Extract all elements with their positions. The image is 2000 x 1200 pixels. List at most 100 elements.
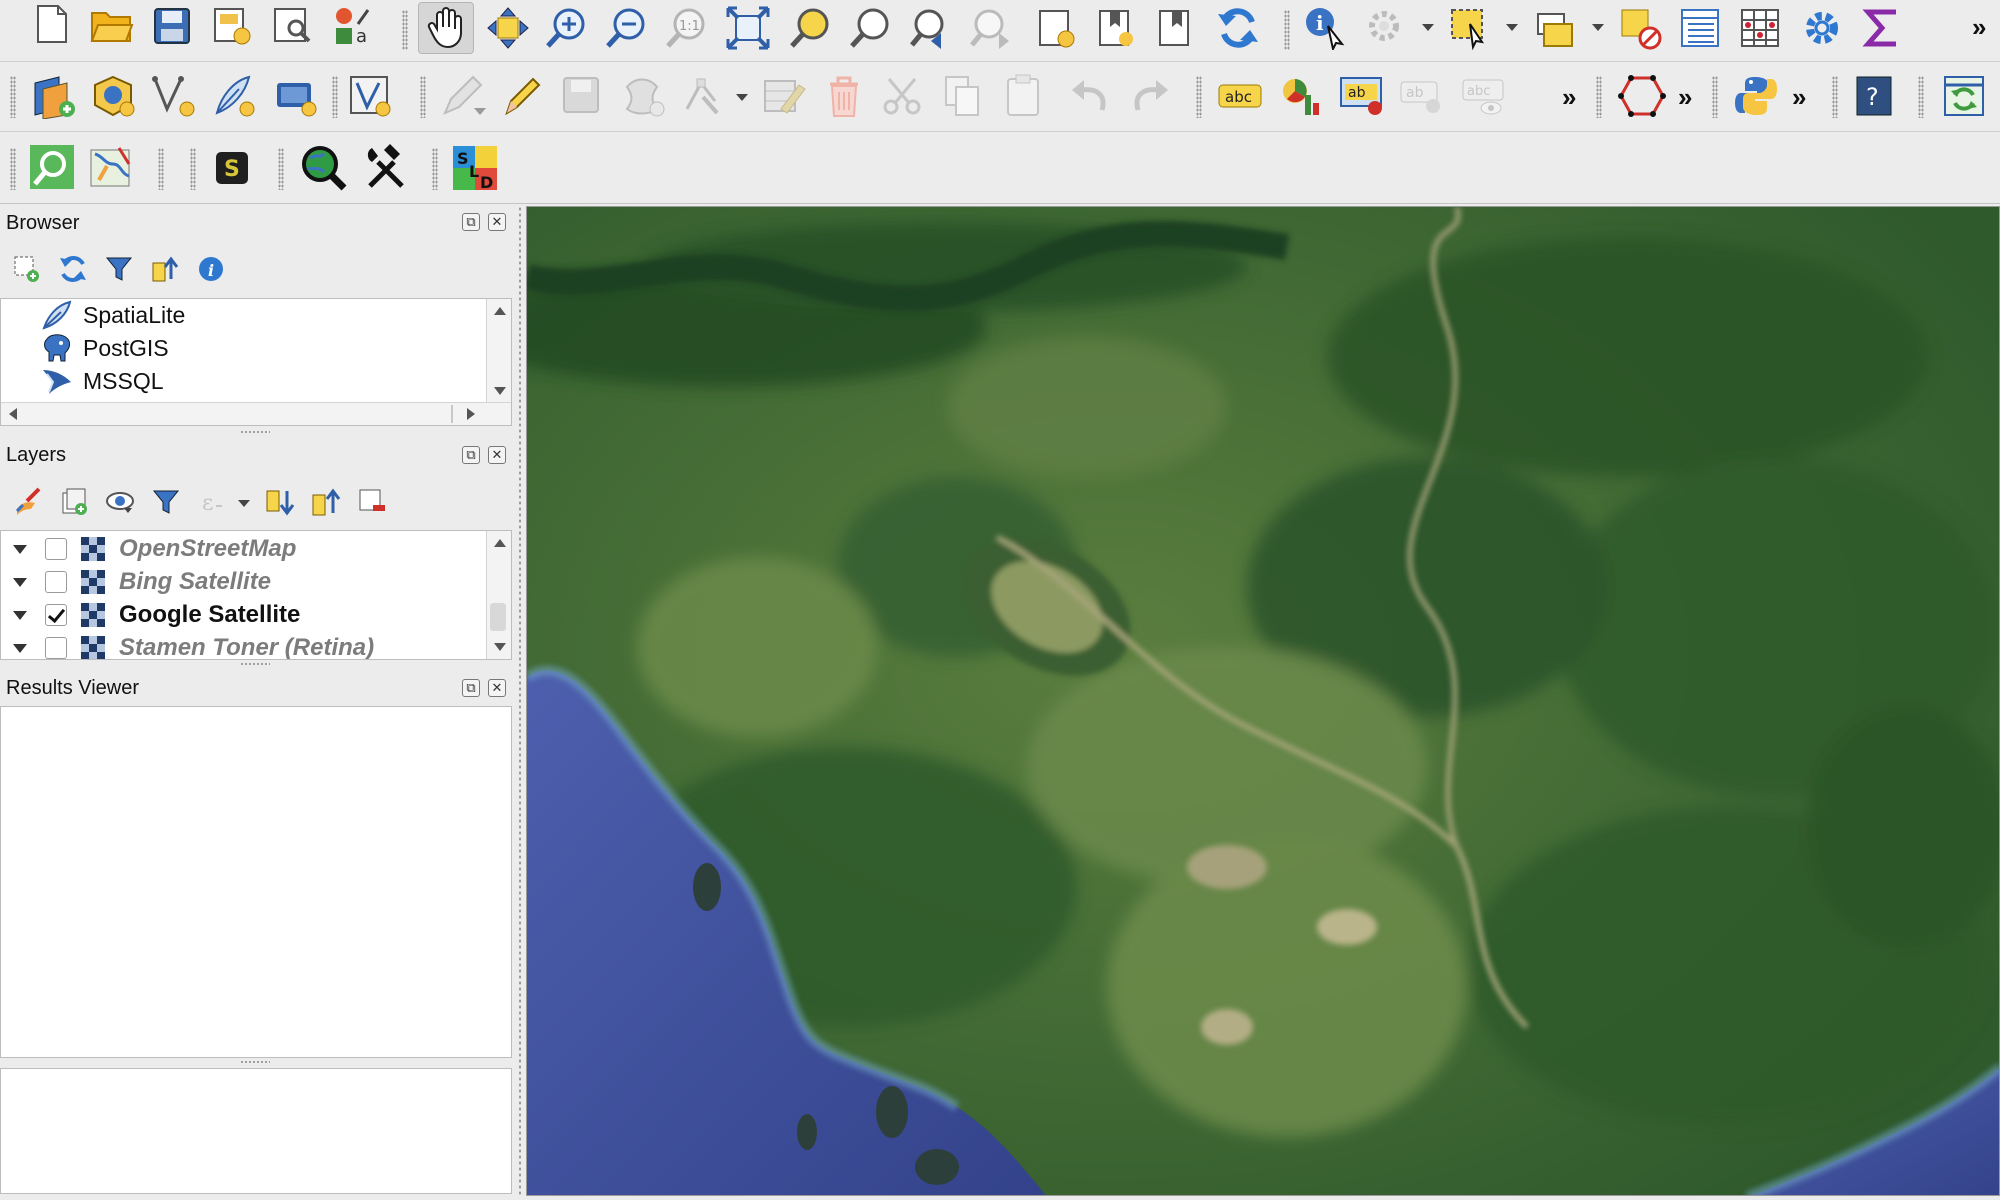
redo-icon[interactable] [1124, 70, 1176, 122]
style-manager-icon[interactable]: a [330, 4, 374, 48]
add-vector-layer-icon[interactable] [148, 70, 200, 122]
zoom-out-icon[interactable] [602, 4, 650, 52]
pan-map-icon[interactable] [418, 2, 474, 54]
info-icon[interactable]: i [194, 252, 228, 286]
results-viewer-list[interactable] [0, 706, 512, 1058]
hammer-wrench-icon[interactable] [360, 142, 412, 194]
zoom-to-selection-icon[interactable] [786, 4, 834, 52]
browser-item-spatialite[interactable]: SpatiaLite [41, 299, 185, 331]
toolbar-handle[interactable] [190, 148, 196, 190]
show-hide-labels-icon[interactable]: abc [1458, 70, 1510, 122]
panel-splitter[interactable] [240, 1060, 270, 1064]
results-detail-area[interactable] [0, 1068, 512, 1194]
open-attribute-table-icon[interactable] [1528, 2, 1580, 54]
panel-float-button[interactable]: ⧉ [462, 446, 480, 464]
toolbar-handle[interactable] [432, 148, 438, 190]
save-project-icon[interactable] [150, 4, 194, 48]
dropdown-arrow-icon[interactable] [736, 94, 748, 101]
add-virtual-layer-icon[interactable] [344, 70, 396, 122]
browser-vertical-scrollbar[interactable] [486, 299, 511, 403]
undo-icon[interactable] [1064, 70, 1116, 122]
plugin-refresh-icon[interactable] [1938, 70, 1990, 122]
toolbar-overflow-chevron[interactable]: » [1678, 84, 1692, 110]
pan-to-selection-icon[interactable] [484, 4, 532, 52]
panel-close-button[interactable]: ✕ [488, 446, 506, 464]
dock-splitter[interactable] [518, 206, 522, 1196]
new-bookmark-icon[interactable] [1032, 4, 1080, 52]
modify-attributes-icon[interactable] [758, 70, 810, 122]
manage-map-themes-icon[interactable] [102, 484, 138, 520]
layers-vertical-scrollbar[interactable] [486, 531, 511, 659]
zoom-full-icon[interactable] [724, 4, 772, 52]
toolbar-handle[interactable] [332, 76, 338, 118]
layer-visibility-checkbox[interactable] [45, 604, 67, 626]
browser-item-postgis[interactable]: PostGIS [41, 332, 169, 364]
toolbar-handle[interactable] [1918, 76, 1924, 118]
zoom-next-icon[interactable] [966, 4, 1014, 52]
toolbar-handle[interactable] [278, 148, 284, 190]
locator-search-icon[interactable] [28, 142, 76, 192]
panel-close-button[interactable]: ✕ [488, 679, 506, 697]
open-project-icon[interactable] [88, 4, 136, 48]
toolbar-overflow-chevron[interactable]: » [1562, 84, 1576, 110]
sum-icon[interactable] [1856, 2, 1908, 54]
run-feature-action-icon[interactable] [1360, 2, 1412, 54]
toolbar-overflow-chevron[interactable]: » [1792, 84, 1806, 110]
dropdown-arrow-icon[interactable] [124, 508, 132, 513]
add-group-icon[interactable] [56, 484, 92, 520]
expand-arrow-icon[interactable] [13, 643, 27, 653]
layer-visibility-checkbox[interactable] [45, 538, 67, 560]
layer-visibility-checkbox[interactable] [45, 571, 67, 593]
paste-features-icon[interactable] [998, 70, 1050, 122]
zoom-in-icon[interactable] [542, 4, 590, 52]
toolbar-handle[interactable] [1832, 76, 1838, 118]
vertex-tool-icon[interactable] [678, 70, 730, 122]
panel-float-button[interactable]: ⧉ [462, 679, 480, 697]
python-console-icon[interactable] [1730, 70, 1782, 122]
new-print-layout-icon[interactable] [210, 4, 254, 48]
deselect-all-icon[interactable] [1614, 2, 1666, 54]
toolbar-handle[interactable] [1284, 10, 1290, 50]
identify-features-icon[interactable]: i [1300, 2, 1352, 54]
collapse-all-icon[interactable] [148, 252, 182, 286]
open-layer-styling-icon[interactable] [10, 484, 46, 520]
layer-row-openstreetmap[interactable]: OpenStreetMap [1, 533, 486, 565]
remove-layer-icon[interactable] [354, 484, 390, 520]
statistical-summary-icon[interactable] [1674, 2, 1726, 54]
zoom-last-icon[interactable] [906, 4, 954, 52]
select-features-icon[interactable] [1444, 2, 1496, 54]
dropdown-arrow-icon[interactable] [1506, 24, 1518, 31]
toolbar-handle[interactable] [1196, 76, 1202, 118]
new-geopackage-layer-icon[interactable] [88, 70, 140, 122]
semi-automatic-classification-icon[interactable]: S [212, 146, 252, 190]
expand-arrow-icon[interactable] [13, 544, 27, 554]
browser-horizontal-scrollbar[interactable] [1, 402, 511, 425]
highlight-pinned-labels-icon[interactable]: ab [1336, 70, 1388, 122]
collapse-all-layers-icon[interactable] [308, 484, 344, 520]
refresh-browser-icon[interactable] [56, 252, 90, 286]
save-edits-icon[interactable] [556, 70, 608, 122]
label-icon[interactable]: abc [1214, 70, 1266, 122]
data-source-manager-icon[interactable] [28, 70, 80, 122]
refresh-icon[interactable] [1212, 2, 1264, 54]
add-raster-layer-icon[interactable] [270, 70, 322, 122]
browser-item-mssql[interactable]: MSSQL [41, 365, 164, 397]
toolbar-handle[interactable] [1596, 76, 1602, 118]
toolbar-handle[interactable] [402, 10, 408, 50]
toolbar-handle[interactable] [1712, 76, 1718, 118]
toolbar-overflow-chevron[interactable]: » [1972, 14, 1986, 40]
filter-by-expression-icon[interactable]: ε [194, 484, 230, 520]
dropdown-arrow-icon[interactable] [1592, 24, 1604, 31]
cut-features-icon[interactable] [878, 70, 930, 122]
dropdown-arrow-icon[interactable] [238, 500, 250, 507]
toolbar-handle[interactable] [10, 148, 16, 190]
toolbar-handle[interactable] [158, 148, 164, 190]
copy-features-icon[interactable] [938, 70, 990, 122]
dropdown-arrow-icon[interactable] [474, 108, 486, 115]
zoom-to-layer-icon[interactable] [846, 4, 894, 52]
delete-selected-icon[interactable] [818, 70, 870, 122]
layer-row-stamen-toner[interactable]: Stamen Toner (Retina) [1, 632, 486, 659]
show-bookmarks-icon[interactable] [1092, 4, 1140, 52]
diagram-icon[interactable] [1274, 70, 1326, 122]
layer-row-bing-satellite[interactable]: Bing Satellite [1, 566, 486, 598]
